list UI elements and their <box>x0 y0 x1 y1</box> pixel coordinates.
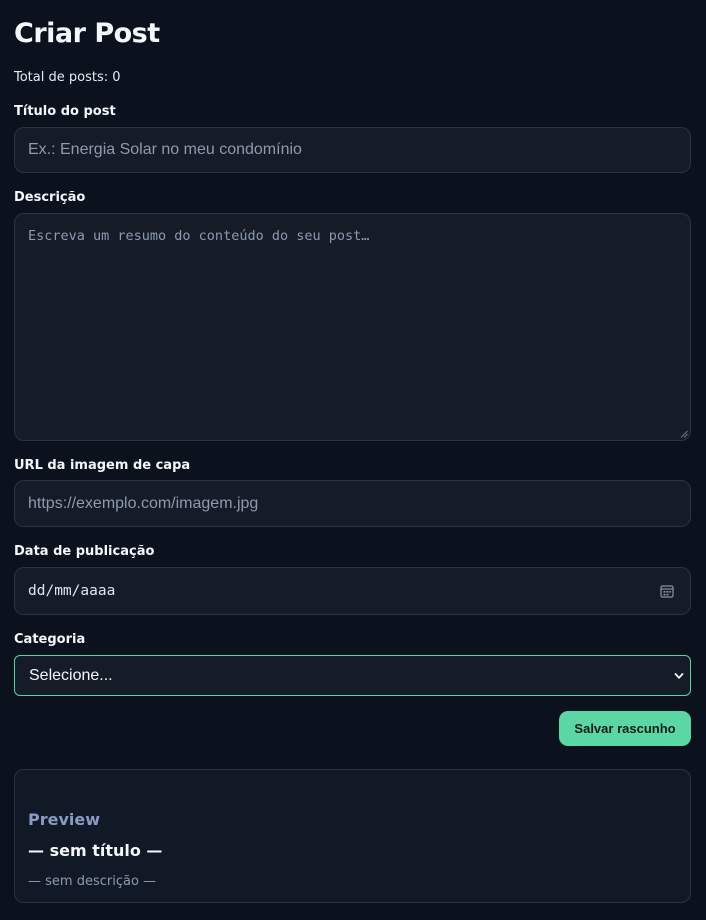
title-label: Título do post <box>14 104 116 119</box>
create-post-page: Criar Post Total de posts: 0 Título do p… <box>0 0 706 920</box>
cover-url-placeholder: https://exemplo.com/imagem.jpg <box>28 494 259 512</box>
cover-url-input[interactable]: https://exemplo.com/imagem.jpg <box>14 480 691 527</box>
publish-date-label: Data de publicação <box>14 544 155 559</box>
chevron-down-icon <box>674 673 684 679</box>
calendar-icon[interactable] <box>660 584 674 598</box>
preview-description: — sem descrição — <box>28 874 157 889</box>
post-count: Total de posts: 0 <box>14 70 121 85</box>
category-label: Categoria <box>14 632 86 647</box>
description-label: Descrição <box>14 190 86 205</box>
preview-heading: Preview <box>28 810 101 829</box>
preview-card: Preview — sem título — — sem descrição — <box>14 769 691 903</box>
publish-date-placeholder: dd/mm/aaaa <box>28 583 116 599</box>
save-draft-button[interactable]: Salvar rascunho <box>559 711 691 746</box>
cover-url-label: URL da imagem de capa <box>14 458 191 473</box>
category-selected-value: Selecione... <box>29 666 113 684</box>
category-select[interactable]: Selecione... <box>14 655 691 696</box>
publish-date-input[interactable]: dd/mm/aaaa <box>14 567 691 615</box>
title-input-placeholder: Ex.: Energia Solar no meu condomínio <box>28 141 302 158</box>
resize-grip-icon[interactable] <box>680 430 688 438</box>
description-textarea[interactable]: Escreva um resumo do conteúdo do seu pos… <box>14 213 691 441</box>
title-input[interactable]: Ex.: Energia Solar no meu condomínio <box>14 127 691 173</box>
description-placeholder: Escreva um resumo do conteúdo do seu pos… <box>28 228 370 244</box>
page-title: Criar Post <box>14 18 160 49</box>
preview-title: — sem título — <box>28 841 163 860</box>
